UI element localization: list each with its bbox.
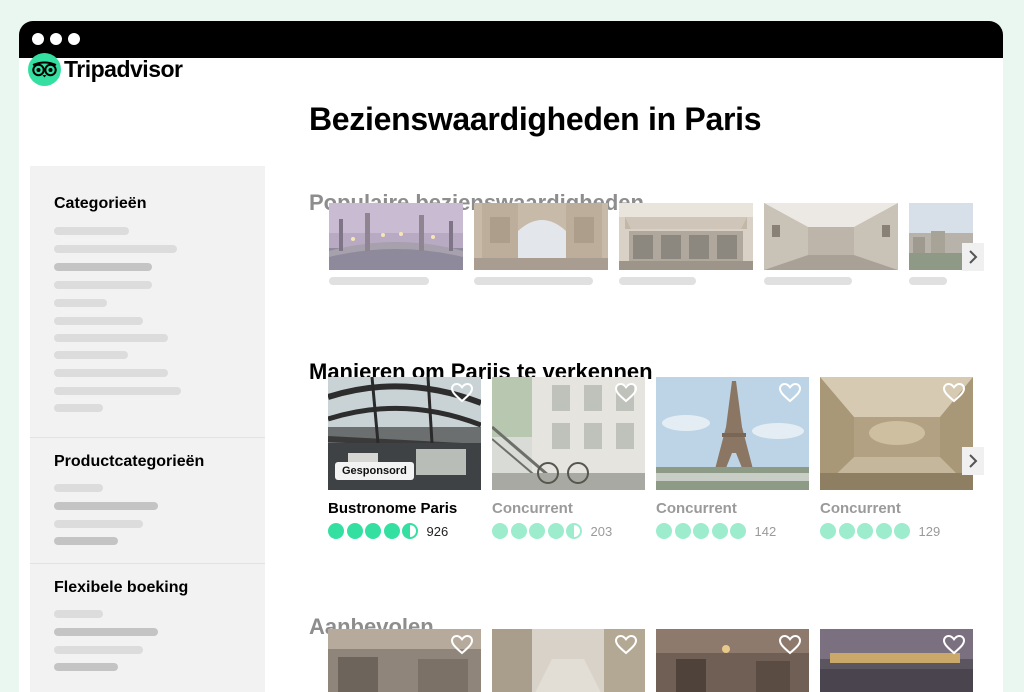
rating-bubble <box>365 523 381 539</box>
product-card-image[interactable]: Gesponsord <box>328 377 481 490</box>
filter-option-placeholder[interactable] <box>54 369 168 377</box>
heart-icon[interactable] <box>451 635 473 655</box>
filter-option-placeholder[interactable] <box>54 299 107 307</box>
rating-bubble <box>711 523 728 539</box>
rating-bubble <box>693 523 709 539</box>
filter-option-placeholder[interactable] <box>54 520 143 528</box>
filter-option-placeholder[interactable] <box>54 537 118 545</box>
heart-icon[interactable] <box>615 635 637 655</box>
rating-bubble <box>492 523 508 539</box>
product-card-title[interactable]: Concurrent <box>492 500 573 517</box>
bubble-rating: 203 <box>492 522 612 540</box>
filter-option-placeholder[interactable] <box>54 351 128 359</box>
rating-bubble <box>838 523 855 539</box>
filter-option-placeholder[interactable] <box>54 263 152 271</box>
tripadvisor-logo[interactable]: Tripadvisor <box>28 51 183 87</box>
rating-bubble <box>346 523 363 539</box>
bubble-rating: 926 <box>328 522 448 540</box>
popular-title-placeholder <box>474 277 593 285</box>
rating-bubble <box>674 523 691 539</box>
review-count: 926 <box>426 523 449 539</box>
window-dot[interactable] <box>68 33 80 45</box>
product-card-image[interactable] <box>820 377 973 490</box>
rating-bubble <box>510 523 527 539</box>
review-count: 129 <box>918 523 941 539</box>
window-dot[interactable] <box>32 33 44 45</box>
review-count: 203 <box>590 523 613 539</box>
filter-option-placeholder[interactable] <box>54 245 177 253</box>
explore-next-button[interactable] <box>962 447 984 475</box>
review-count: 142 <box>754 523 777 539</box>
sidebar-divider <box>30 437 265 438</box>
filter-section-title: Productcategorieën <box>54 453 205 470</box>
popular-next-button[interactable] <box>962 243 984 271</box>
filter-option-placeholder[interactable] <box>54 628 158 636</box>
rating-bubble <box>547 523 564 539</box>
filter-option-placeholder[interactable] <box>54 610 103 618</box>
rating-bubble <box>820 523 836 539</box>
filter-option-placeholder[interactable] <box>54 281 152 289</box>
bubble-rating: 129 <box>820 522 940 540</box>
filter-option-placeholder[interactable] <box>54 334 168 342</box>
rating-bubble <box>656 523 672 539</box>
product-card-title[interactable]: Bustronome Paris <box>328 500 457 517</box>
popular-attraction-thumbnail[interactable] <box>329 203 463 270</box>
rating-bubble <box>894 523 910 539</box>
filter-section-title: Categorieën <box>54 195 147 212</box>
popular-attraction-thumbnail[interactable] <box>474 203 608 270</box>
rating-bubble <box>328 523 344 539</box>
popular-title-placeholder <box>329 277 429 285</box>
rating-bubble <box>857 523 873 539</box>
bubble-rating: 142 <box>656 522 776 540</box>
filter-sidebar: Categorieën Productcategorieën Flexibele… <box>30 166 265 692</box>
product-card-title[interactable]: Concurrent <box>820 500 901 517</box>
brand-name: Tripadvisor <box>64 55 183 82</box>
filter-option-placeholder[interactable] <box>54 227 129 235</box>
sidebar-divider <box>30 563 265 564</box>
rating-bubble <box>566 523 582 539</box>
sponsored-badge: Gesponsord <box>335 462 414 480</box>
heart-icon[interactable] <box>943 383 965 403</box>
filter-option-placeholder[interactable] <box>54 404 103 412</box>
rating-bubble <box>402 523 418 539</box>
filter-option-placeholder[interactable] <box>54 663 118 671</box>
filter-option-placeholder[interactable] <box>54 646 143 654</box>
owl-eyes-icon <box>28 52 61 86</box>
heart-icon[interactable] <box>779 383 801 403</box>
popular-title-placeholder <box>619 277 696 285</box>
recommended-card-image[interactable] <box>492 629 645 692</box>
filter-section-title: Flexibele boeking <box>54 579 189 596</box>
popular-attraction-thumbnail[interactable] <box>619 203 753 270</box>
filter-option-placeholder[interactable] <box>54 502 158 510</box>
rating-bubble <box>730 523 746 539</box>
heart-icon[interactable] <box>615 383 637 403</box>
chevron-right-icon <box>969 250 978 264</box>
popular-title-placeholder <box>909 277 947 285</box>
window-dot[interactable] <box>50 33 62 45</box>
popular-attraction-thumbnail[interactable] <box>764 203 898 270</box>
rating-bubble <box>529 523 545 539</box>
filter-option-placeholder[interactable] <box>54 387 181 395</box>
product-card-image[interactable] <box>656 377 809 490</box>
popular-title-placeholder <box>764 277 852 285</box>
filter-option-placeholder[interactable] <box>54 317 143 325</box>
heart-icon[interactable] <box>943 635 965 655</box>
page-title: Bezienswaardigheden in Paris <box>309 101 762 137</box>
rating-bubble <box>383 523 400 539</box>
filter-option-placeholder[interactable] <box>54 484 103 492</box>
recommended-card-image[interactable] <box>328 629 481 692</box>
rating-bubble <box>875 523 892 539</box>
product-card-title[interactable]: Concurrent <box>656 500 737 517</box>
heart-icon[interactable] <box>779 635 801 655</box>
recommended-card-image[interactable] <box>656 629 809 692</box>
recommended-card-image[interactable] <box>820 629 973 692</box>
product-card-image[interactable] <box>492 377 645 490</box>
heart-icon[interactable] <box>451 383 473 403</box>
chevron-right-icon <box>969 454 978 468</box>
